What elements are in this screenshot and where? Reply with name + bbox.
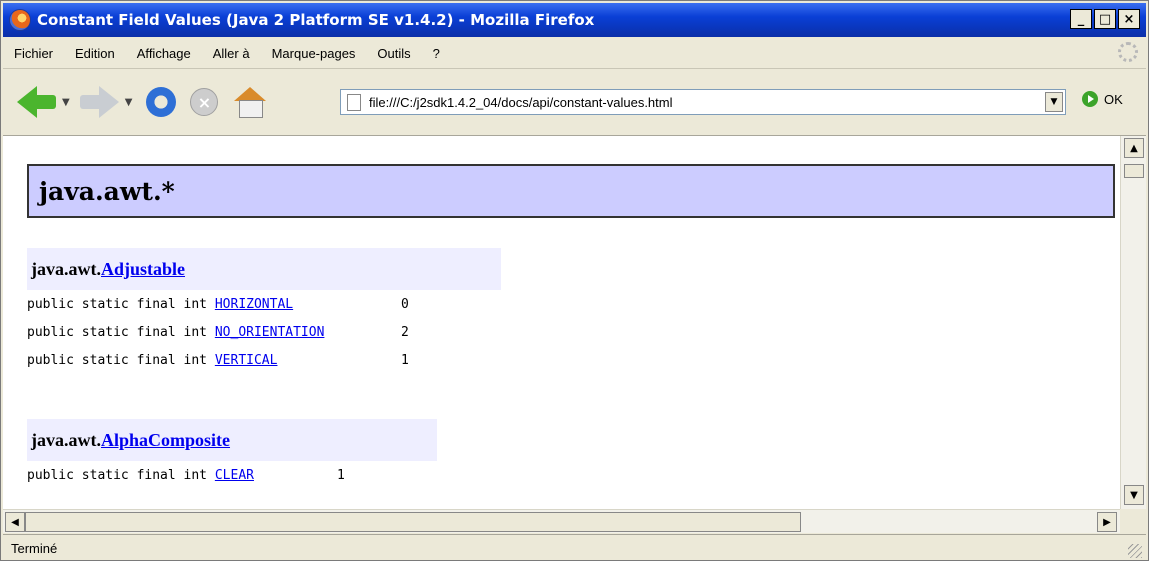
vertical-scrollbar[interactable]: ▲ ▼ — [1120, 136, 1146, 509]
constant-row: public static final int VERTICAL 1 — [27, 346, 501, 374]
status-text: Terminé — [11, 540, 58, 556]
class-section-alphacomposite: java.awt. AlphaComposite public static fi… — [27, 419, 437, 489]
vertical-scroll-thumb[interactable] — [1124, 164, 1144, 178]
constant-row: public static final int CLEAR 1 — [27, 461, 437, 489]
forward-button[interactable] — [79, 86, 119, 118]
back-button[interactable] — [17, 86, 56, 118]
go-button[interactable]: OK — [1082, 91, 1123, 107]
constant-link[interactable]: HORIZONTAL — [215, 297, 393, 312]
scrollbar-corner — [1120, 509, 1146, 533]
package-title: java.awt.* — [39, 176, 175, 206]
page-content: java.awt.* java.awt. Adjustable public st… — [3, 136, 1120, 509]
menu-aller-a[interactable]: Aller à — [202, 46, 261, 61]
menu-bar: Fichier Edition Affichage Aller à Marque… — [3, 38, 1146, 69]
reload-icon[interactable] — [146, 87, 177, 117]
constant-value: 1 — [337, 467, 345, 483]
page-icon — [347, 93, 361, 111]
class-link-alphacomposite[interactable]: AlphaComposite — [101, 430, 230, 451]
forward-dropdown-icon[interactable]: ▼ — [125, 97, 133, 108]
class-prefix: java.awt. — [31, 429, 101, 450]
close-button[interactable]: × — [1118, 9, 1140, 29]
url-text[interactable]: file:///C:/j2sdk1.4.2_04/docs/api/consta… — [369, 95, 673, 110]
firefox-logo-icon — [9, 9, 31, 31]
window-controls: _ □ × — [1070, 9, 1140, 29]
url-history-dropdown-icon[interactable]: ▼ — [1045, 92, 1063, 112]
constant-modifiers: public static final int — [27, 467, 215, 483]
title-bar[interactable]: Constant Field Values (Java 2 Platform S… — [3, 3, 1146, 37]
constant-modifiers: public static final int — [27, 296, 215, 312]
package-header: java.awt.* — [27, 164, 1115, 218]
constant-value: 0 — [401, 296, 409, 312]
menu-help[interactable]: ? — [422, 46, 451, 61]
back-dropdown-icon[interactable]: ▼ — [62, 97, 70, 108]
stop-icon[interactable]: × — [190, 88, 219, 116]
constant-modifiers: public static final int — [27, 324, 215, 340]
class-header: java.awt. AlphaComposite — [27, 419, 437, 461]
menu-affichage[interactable]: Affichage — [126, 46, 202, 61]
home-icon[interactable] — [234, 87, 267, 118]
scroll-down-icon[interactable]: ▼ — [1124, 485, 1144, 505]
constant-value: 2 — [401, 324, 409, 340]
horizontal-scroll-thumb[interactable] — [25, 512, 801, 532]
minimize-button[interactable]: _ — [1070, 9, 1092, 29]
class-prefix: java.awt. — [31, 258, 101, 279]
go-icon — [1082, 91, 1098, 107]
menu-marque-pages[interactable]: Marque-pages — [261, 46, 367, 61]
scroll-left-icon[interactable]: ◀ — [5, 512, 25, 532]
constant-row: public static final int NO_ORIENTATION 2 — [27, 318, 501, 346]
status-bar: Terminé — [3, 534, 1146, 561]
class-section-adjustable: java.awt. Adjustable public static final … — [27, 248, 501, 374]
scroll-up-icon[interactable]: ▲ — [1124, 138, 1144, 158]
scroll-right-icon[interactable]: ▶ — [1097, 512, 1117, 532]
class-link-adjustable[interactable]: Adjustable — [101, 259, 185, 280]
throbber-icon — [1118, 42, 1138, 62]
constant-value: 1 — [401, 352, 409, 368]
go-label: OK — [1104, 91, 1123, 107]
menu-edition[interactable]: Edition — [64, 46, 126, 61]
resize-grip-icon[interactable] — [1128, 544, 1142, 558]
constant-link[interactable]: CLEAR — [215, 468, 329, 483]
constant-link[interactable]: VERTICAL — [215, 353, 393, 368]
menu-fichier[interactable]: Fichier — [3, 46, 64, 61]
forward-icon — [79, 86, 119, 118]
browser-window: Constant Field Values (Java 2 Platform S… — [0, 0, 1149, 561]
back-icon — [17, 86, 56, 118]
menu-outils[interactable]: Outils — [366, 46, 421, 61]
constant-row: public static final int HORIZONTAL 0 — [27, 290, 501, 318]
constant-modifiers: public static final int — [27, 352, 215, 368]
class-header: java.awt. Adjustable — [27, 248, 501, 290]
constant-link[interactable]: NO_ORIENTATION — [215, 325, 393, 340]
url-bar[interactable]: file:///C:/j2sdk1.4.2_04/docs/api/consta… — [340, 89, 1066, 115]
horizontal-scrollbar[interactable]: ◀ ▶ — [3, 509, 1120, 533]
window-title: Constant Field Values (Java 2 Platform S… — [37, 11, 595, 29]
maximize-button[interactable]: □ — [1094, 9, 1116, 29]
navigation-toolbar: ▼ ▼ × file:///C:/j2sdk1.4.2_04/docs/api/… — [3, 69, 1146, 136]
